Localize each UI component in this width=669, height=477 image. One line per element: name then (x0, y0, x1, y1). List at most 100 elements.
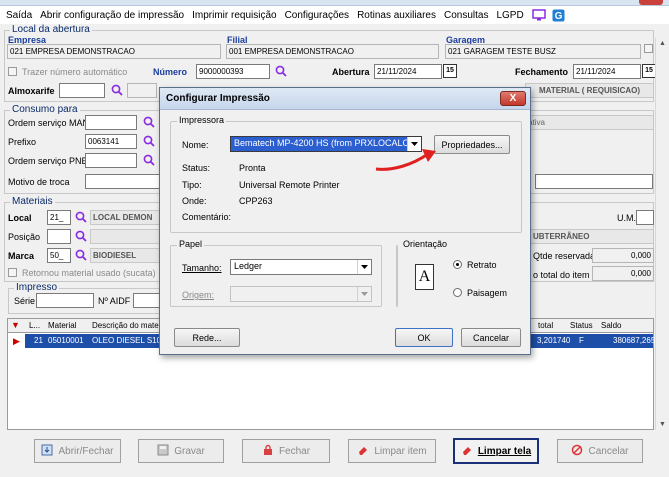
cancelar-button[interactable]: Cancelar (557, 439, 643, 463)
col-header-l[interactable]: L... (29, 321, 40, 330)
col-header-status[interactable]: Status (570, 321, 593, 330)
os-man-label: Ordem serviço MAN (8, 118, 90, 128)
os-man-input[interactable] (85, 115, 137, 130)
app-logo-icon[interactable]: G (552, 9, 566, 22)
retrato-radio[interactable] (453, 260, 462, 271)
marca-code-input[interactable]: 50_ (47, 248, 71, 263)
abrir-fechar-button[interactable]: Abrir/Fechar (34, 439, 121, 463)
menu-lgpd[interactable]: LGPD (496, 10, 523, 21)
prefixo-input[interactable]: 0063141 (85, 134, 137, 149)
search-icon[interactable] (75, 249, 87, 263)
col-header-material[interactable]: Material (48, 321, 76, 330)
limpar-item-button[interactable]: Limpar item (348, 439, 436, 463)
serie-label: Série (14, 296, 36, 306)
retornou-checkbox[interactable] (8, 268, 17, 279)
menu-bar: Saída Abrir configuração de impressão Im… (0, 6, 669, 24)
dialog-close-button[interactable]: X (500, 91, 526, 106)
chevron-down-icon[interactable] (357, 287, 371, 301)
garagem-checkbox[interactable] (644, 44, 653, 55)
menu-saida[interactable]: Saída (6, 10, 32, 21)
menu-imprimir[interactable]: Imprimir requisição (192, 10, 276, 21)
rede-button[interactable]: Rede... (174, 328, 240, 347)
serie-input[interactable] (36, 293, 94, 308)
ok-button[interactable]: OK (395, 328, 453, 347)
cell-descricao: OLEO DIESEL S10 (92, 336, 162, 345)
cell-saldo: 380687,265 (613, 336, 656, 345)
os-pne-label: Ordem serviço PNE (8, 156, 88, 166)
main-scrollbar[interactable]: ▲ ▼ (655, 38, 668, 430)
col-header-descricao[interactable]: Descrição do mate (92, 321, 159, 330)
trazer-numero-label: Trazer número automático (22, 67, 128, 77)
filial-field[interactable]: 001 EMPRESA DEMONSTRACAO (226, 44, 439, 59)
propriedades-button[interactable]: Propriedades... (434, 135, 510, 154)
status-value: Pronta (239, 163, 266, 173)
abertura-label: Abertura (332, 67, 370, 77)
empresa-field[interactable]: 021 EMPRESA DEMONSTRACAO (7, 44, 221, 59)
limpar-tela-label: Limpar tela (477, 445, 532, 457)
local-code-input[interactable]: 21_ (47, 210, 71, 225)
chevron-down-icon[interactable] (357, 260, 371, 274)
col-header-total[interactable]: total (538, 321, 553, 330)
search-icon[interactable] (143, 154, 155, 168)
consumo-extra-field[interactable] (535, 174, 653, 189)
ativa-field: ativa (525, 115, 654, 130)
trazer-numero-checkbox[interactable] (8, 67, 17, 78)
cancelar-label: Cancelar (588, 445, 629, 457)
eraser-icon (357, 444, 369, 459)
dialog-cancel-button[interactable]: Cancelar (461, 328, 521, 347)
search-icon[interactable] (143, 135, 155, 149)
gravar-button[interactable]: Gravar (138, 439, 224, 463)
origem-select[interactable] (230, 286, 372, 302)
tamanho-select[interactable]: Ledger (230, 259, 372, 275)
um-field[interactable] (636, 210, 654, 225)
impresso-group-label: Impresso (14, 282, 60, 293)
os-pne-input[interactable] (85, 153, 137, 168)
onde-label: Onde: (182, 196, 207, 206)
limpar-tela-button[interactable]: Limpar tela (453, 438, 539, 464)
search-icon[interactable] (75, 230, 87, 244)
almoxarife-label: Almoxarife (8, 86, 55, 96)
motivo-troca-input[interactable] (85, 174, 160, 189)
garagem-field[interactable]: 021 GARAGEM TESTE BUSZ (445, 44, 641, 59)
sort-arrow-icon[interactable]: ▼ (11, 320, 20, 330)
prefixo-label: Prefixo (8, 137, 37, 147)
cell-total: 3,201740 (537, 336, 571, 345)
menu-rotinas[interactable]: Rotinas auxiliares (357, 10, 436, 21)
fechar-label: Fechar (278, 445, 311, 457)
cell-status: F (579, 336, 584, 345)
abertura-group-label: Local da abertura (10, 24, 92, 35)
almoxarife-name-field (127, 83, 157, 98)
status-text-field: MATERIAL ( REQUISICAO) (525, 83, 654, 98)
search-icon[interactable] (275, 65, 287, 79)
lock-icon (262, 444, 274, 459)
calendar-icon[interactable]: 15 (642, 64, 656, 78)
posicao-label: Posição (8, 232, 41, 242)
qtde-reservada-field: 0,000 (592, 248, 654, 263)
numero-input[interactable]: 9000000393 (196, 64, 270, 79)
fechar-button[interactable]: Fechar (242, 439, 330, 463)
pointer-arrow-icon (375, 149, 436, 171)
fechamento-date-input[interactable]: 21/11/2024 (573, 64, 641, 79)
abertura-date-input[interactable]: 21/11/2024 (374, 64, 442, 79)
svg-text:G: G (554, 11, 562, 22)
total-item-label: o total do item (533, 270, 590, 280)
paisagem-radio[interactable] (453, 288, 462, 299)
menu-abrir-config[interactable]: Abrir configuração de impressão (40, 10, 184, 21)
search-icon[interactable] (75, 211, 87, 225)
window-close-button[interactable] (639, 0, 663, 5)
monitor-icon[interactable] (531, 9, 546, 21)
calendar-icon[interactable]: 15 (443, 64, 457, 78)
search-icon[interactable] (143, 116, 155, 130)
menu-consultas[interactable]: Consultas (444, 10, 488, 21)
posicao-input[interactable] (47, 229, 71, 244)
tipo-value: Universal Remote Printer (239, 180, 340, 190)
save-icon (157, 444, 169, 459)
materiais-group-label: Materiais (10, 196, 55, 207)
menu-configuracoes[interactable]: Configurações (285, 10, 349, 21)
almoxarife-input[interactable] (59, 83, 105, 98)
col-header-saldo[interactable]: Saldo (601, 321, 621, 330)
dialog-title: Configurar Impressão (160, 88, 530, 110)
open-close-icon (41, 444, 53, 459)
aidf-label: Nº AIDF (98, 296, 131, 306)
search-icon[interactable] (111, 84, 123, 98)
